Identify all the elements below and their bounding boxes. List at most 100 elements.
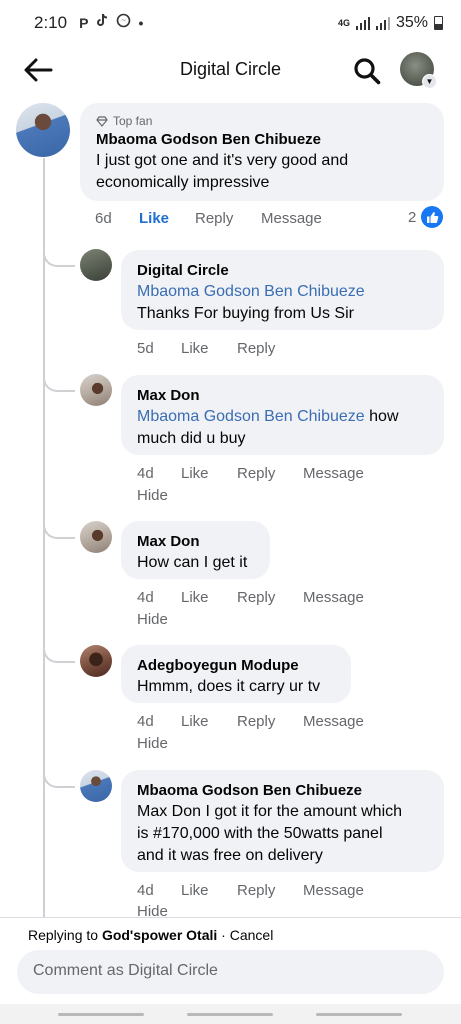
comment-bubble: Max Don Mbaoma Godson Ben Chibueze how m… [121, 375, 444, 455]
comment-author[interactable]: Adegboyegun Modupe [137, 655, 335, 676]
like-button[interactable]: Like [181, 465, 237, 482]
reply-button[interactable]: Reply [195, 210, 261, 227]
comment-text: Hmmm, does it carry ur tv [137, 678, 321, 695]
comment-time: 4d [137, 589, 154, 606]
page-title: Digital Circle [179, 59, 282, 79]
message-button[interactable]: Message [303, 882, 364, 899]
hide-button[interactable]: Hide [137, 611, 168, 628]
reply-button[interactable]: Reply [237, 713, 303, 730]
comment-author[interactable]: Digital Circle [137, 260, 428, 281]
message-button[interactable]: Message [261, 210, 322, 227]
thread-branch [43, 249, 75, 267]
avatar[interactable] [16, 103, 70, 157]
replying-to-bar: Replying to God'spower Otali · Cancel [0, 917, 461, 950]
comment-bubble: Max Don How can I get it [121, 521, 270, 579]
avatar[interactable] [80, 645, 112, 677]
cancel-reply-button[interactable]: Cancel [230, 927, 274, 943]
status-time: 2:10 [34, 13, 68, 32]
message-button[interactable]: Message [303, 589, 364, 606]
messenger-icon [116, 13, 131, 33]
comment-bubble: Adegboyegun Modupe Hmmm, does it carry u… [121, 645, 351, 703]
avatar[interactable] [80, 249, 112, 281]
comment-actions: 5d Like Reply [137, 340, 275, 357]
avatar[interactable] [80, 770, 112, 802]
tiktok-icon [95, 13, 109, 33]
comment-text-inline: how [364, 408, 399, 425]
reply-button[interactable]: Reply [237, 340, 275, 357]
comment-actions: 4d Like Reply Message [137, 713, 364, 730]
thread-branch [43, 770, 75, 788]
comment-text-line: is #170,000 with the 50watts panel [137, 825, 383, 842]
comment-mention[interactable]: Mbaoma Godson Ben Chibueze [137, 408, 365, 425]
status-left-icons: P • [79, 13, 143, 33]
like-button[interactable]: Like [181, 713, 237, 730]
p-app-icon: P [79, 15, 89, 31]
signal-icon [355, 16, 370, 30]
hide-button[interactable]: Hide [137, 487, 168, 504]
avatar[interactable] [80, 374, 112, 406]
status-bar: 2:10 P • 4G 35% [0, 0, 461, 46]
like-button[interactable]: Like [139, 210, 195, 227]
search-icon [354, 58, 381, 85]
reply-button[interactable]: Reply [237, 465, 303, 482]
comment-time: 4d [137, 465, 154, 482]
comment-text-line: I just got one and it's very good and [96, 152, 349, 169]
comment-text-line: and it was free on delivery [137, 847, 323, 864]
app-header: Digital Circle ▼ [0, 46, 461, 94]
comment-actions: 6d Like Reply Message [95, 210, 322, 227]
thumbs-up-icon [421, 206, 444, 228]
hide-button[interactable]: Hide [137, 735, 168, 752]
signal-icon-2 [375, 16, 390, 30]
replying-prefix: Replying to [28, 927, 99, 943]
network-type: 4G [337, 17, 350, 28]
like-button[interactable]: Like [181, 882, 237, 899]
thread-line [43, 158, 45, 918]
separator: · [221, 927, 226, 943]
diamond-icon [96, 115, 108, 127]
message-button[interactable]: Message [303, 465, 364, 482]
comment-text: How can I get it [137, 554, 248, 571]
comment-actions: 4d Like Reply Message [137, 882, 364, 899]
message-button[interactable]: Message [303, 713, 364, 730]
comment-text: Thanks For buying from Us Sir [137, 305, 354, 322]
thread-branch [43, 374, 75, 392]
battery-icon [434, 16, 443, 30]
back-nav-button[interactable] [316, 1013, 402, 1016]
comment-author[interactable]: Mbaoma Godson Ben Chibueze [137, 780, 428, 801]
comment-author[interactable]: Mbaoma Godson Ben Chibueze [96, 129, 428, 150]
comment-time: 5d [137, 340, 154, 357]
comment-bubble: Digital Circle Mbaoma Godson Ben Chibuez… [121, 250, 444, 330]
thread-branch [43, 521, 75, 539]
comment-author[interactable]: Max Don [137, 531, 254, 552]
comment-text-line: economically impressive [96, 174, 270, 191]
comment-text-line: Max Don I got it for the amount which [137, 803, 403, 820]
comment-author[interactable]: Max Don [137, 385, 428, 406]
comment-input[interactable]: Comment as Digital Circle [17, 950, 444, 994]
comment-bubble: Top fan Mbaoma Godson Ben Chibueze I jus… [80, 103, 444, 201]
reply-button[interactable]: Reply [237, 589, 303, 606]
status-right-icons: 4G 35% [338, 14, 443, 32]
search-button[interactable] [350, 54, 384, 88]
thread-branch [43, 645, 75, 663]
like-button[interactable]: Like [181, 589, 237, 606]
notification-dot: • [138, 15, 144, 31]
chevron-down-icon: ▼ [422, 74, 437, 89]
avatar[interactable] [80, 521, 112, 553]
comment-time: 4d [137, 713, 154, 730]
recents-button[interactable] [58, 1013, 144, 1016]
reaction-count: 2 [408, 208, 417, 226]
profile-switcher-avatar[interactable]: ▼ [400, 52, 437, 89]
top-fan-badge: Top fan [96, 113, 428, 129]
comment-text: much did u buy [137, 430, 246, 447]
reply-button[interactable]: Reply [237, 882, 303, 899]
badge-label: Top fan [113, 114, 153, 128]
comment-mention[interactable]: Mbaoma Godson Ben Chibueze [137, 281, 428, 303]
battery-percent: 35% [395, 14, 428, 31]
reaction-summary[interactable]: 2 [408, 206, 444, 228]
comment-bubble: Mbaoma Godson Ben Chibueze Max Don I got… [121, 770, 444, 872]
comment-actions: 4d Like Reply Message [137, 589, 364, 606]
like-button[interactable]: Like [181, 340, 237, 357]
home-button[interactable] [187, 1013, 273, 1016]
comment-actions: 4d Like Reply Message [137, 465, 364, 482]
comment-time: 4d [137, 882, 154, 899]
